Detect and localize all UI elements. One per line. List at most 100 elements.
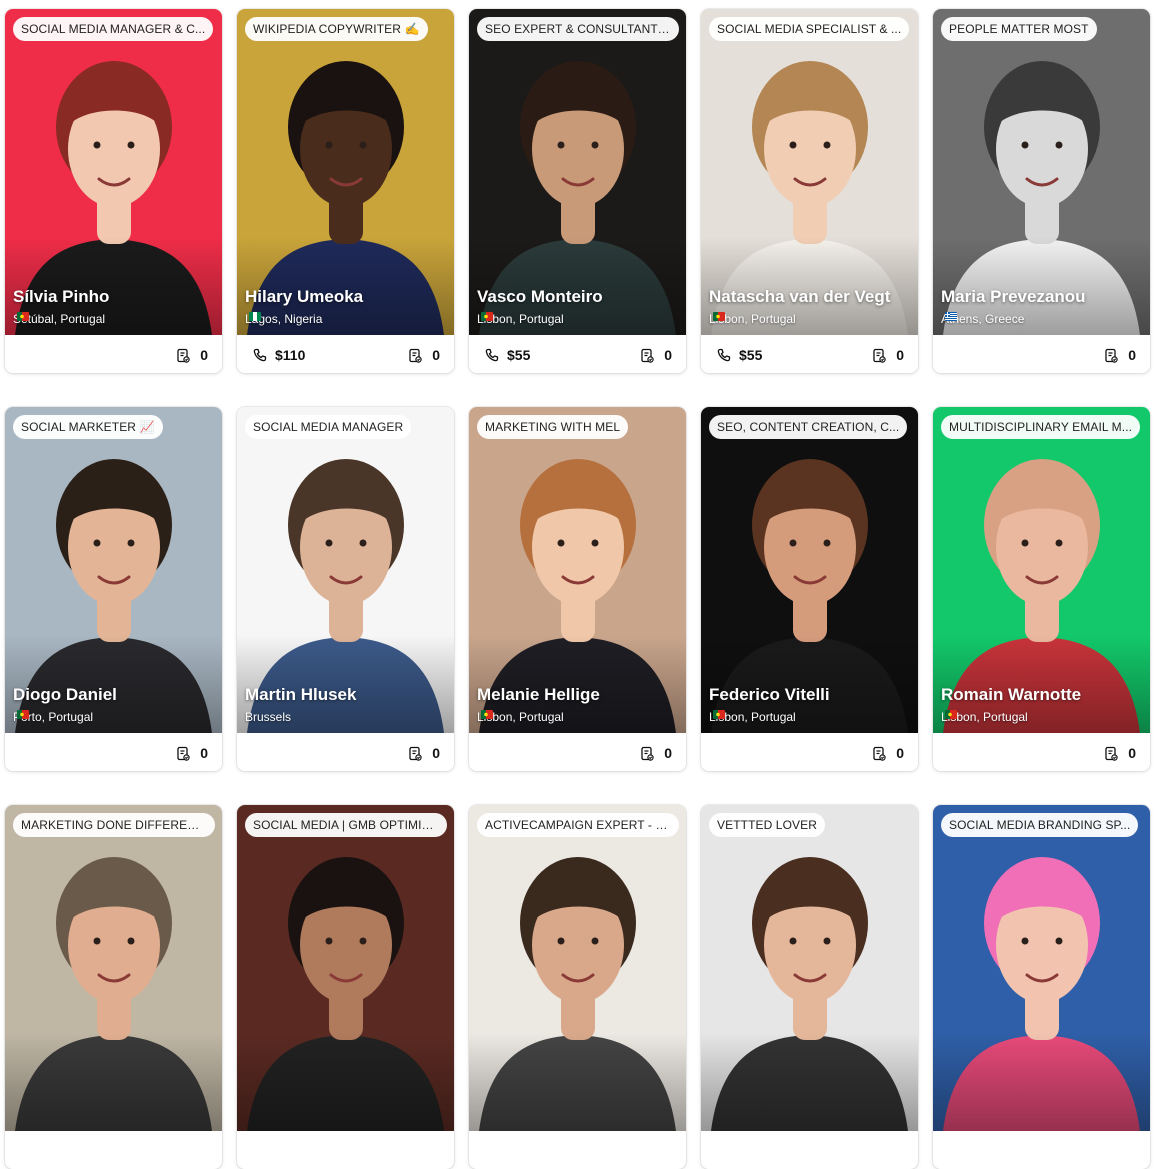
freelancer-card[interactable]: MARKETING DONE DIFFERENT... — [5, 805, 222, 1169]
projects-count: 0 — [872, 745, 904, 761]
phone-icon — [485, 348, 499, 362]
card-footer: $55 0 — [469, 335, 686, 373]
photo-area: SOCIAL MARKETER 📈 Diogo Daniel Porto, Port… — [5, 407, 222, 733]
document-check-icon — [873, 348, 886, 363]
document-check-icon — [1105, 348, 1118, 363]
phone-icon — [253, 348, 267, 362]
profile-photo — [237, 805, 454, 1131]
freelancer-name: Sílvia Pinho — [13, 287, 110, 306]
document-check-icon — [641, 348, 654, 363]
freelancer-card[interactable]: SOCIAL MEDIA MANAGER Martin Hlusek Brussel… — [237, 407, 454, 771]
freelancer-card[interactable]: SOCIAL MEDIA BRANDING SP... — [933, 805, 1150, 1169]
photo-area: WIKIPEDIA COPYWRITER ✍️ Hilary Umeoka Lago… — [237, 9, 454, 335]
projects-count: 0 — [176, 745, 208, 761]
flag-icon — [945, 710, 957, 719]
photo-area: MARKETING DONE DIFFERENT... — [5, 805, 222, 1131]
photo-area: SOCIAL MEDIA MANAGER Martin Hlusek Brussel… — [237, 407, 454, 733]
tagline-badge: ACTIVECAMPAIGN EXPERT - E... — [477, 813, 679, 837]
call-rate[interactable]: $110 — [253, 347, 305, 363]
document-check-icon — [409, 348, 422, 363]
tagline-badge: MARKETING WITH MEL — [477, 415, 629, 439]
flag-icon — [481, 710, 493, 719]
freelancer-card[interactable]: SEO, CONTENT CREATION, C... Federico Vite… — [701, 407, 918, 771]
freelancer-location: Brussels — [245, 710, 291, 724]
card-footer: 0 — [5, 733, 222, 771]
photo-area: MARKETING WITH MEL Melanie Hellige Lisbon,… — [469, 407, 686, 733]
freelancer-name: Martin Hlusek — [245, 685, 357, 704]
document-check-icon — [641, 746, 654, 761]
tagline-badge: SOCIAL MARKETER 📈 — [13, 415, 163, 439]
document-check-icon — [873, 746, 886, 761]
count-value: 0 — [200, 745, 208, 761]
freelancer-card[interactable]: MARKETING WITH MEL Melanie Hellige Lisbon,… — [469, 407, 686, 771]
card-footer: 0 — [933, 335, 1150, 373]
document-check-icon — [177, 746, 190, 761]
document-check-icon — [409, 746, 422, 761]
projects-count: 0 — [640, 347, 672, 363]
freelancer-name: Natascha van der Vegt — [709, 287, 891, 306]
freelancer-card[interactable]: SOCIAL MEDIA MANAGER & C... Sílvia Pinho S… — [5, 9, 222, 373]
flag-icon — [713, 312, 725, 321]
photo-area: SOCIAL MEDIA BRANDING SP... — [933, 805, 1150, 1131]
profile-photo — [469, 805, 686, 1131]
document-check-icon — [1105, 746, 1118, 761]
photo-area: MULTIDISCIPLINARY EMAIL M... Romain Warno… — [933, 407, 1150, 733]
count-value: 0 — [1128, 745, 1136, 761]
freelancer-card[interactable]: SOCIAL MARKETER 📈 Diogo Daniel Porto, Port… — [5, 407, 222, 771]
projects-count: 0 — [408, 745, 440, 761]
count-value: 0 — [896, 745, 904, 761]
count-value: 0 — [664, 347, 672, 363]
projects-count: 0 — [1104, 745, 1136, 761]
freelancer-location: Athens, Greece — [941, 312, 1024, 326]
count-value: 0 — [1128, 347, 1136, 363]
profile-photo — [701, 805, 918, 1131]
freelancer-card[interactable]: SOCIAL MEDIA | GMB OPTIMIZ... — [237, 805, 454, 1169]
freelancer-card[interactable]: SOCIAL MEDIA SPECIALIST & ... Natascha va… — [701, 9, 918, 373]
count-value: 0 — [200, 347, 208, 363]
freelancer-location: Lisbon, Portugal — [941, 710, 1028, 724]
card-footer: 0 — [5, 335, 222, 373]
flag-icon — [17, 312, 29, 321]
count-value: 0 — [432, 745, 440, 761]
projects-count: 0 — [872, 347, 904, 363]
freelancer-card[interactable]: WIKIPEDIA COPYWRITER ✍️ Hilary Umeoka Lago… — [237, 9, 454, 373]
freelancer-location: Lisbon, Portugal — [709, 312, 796, 326]
card-footer: 0 — [237, 733, 454, 771]
freelancer-location: Lagos, Nigeria — [245, 312, 322, 326]
freelancer-card[interactable]: ACTIVECAMPAIGN EXPERT - E... — [469, 805, 686, 1169]
tagline-badge: MARKETING DONE DIFFERENT... — [13, 813, 215, 837]
flag-icon — [945, 312, 957, 321]
count-value: 0 — [664, 745, 672, 761]
photo-area: SOCIAL MEDIA MANAGER & C... Sílvia Pinho S… — [5, 9, 222, 335]
flag-icon — [713, 710, 725, 719]
count-value: 0 — [896, 347, 904, 363]
flag-icon — [481, 312, 493, 321]
tagline-badge: SOCIAL MEDIA BRANDING SP... — [941, 813, 1139, 837]
document-check-icon — [177, 348, 190, 363]
call-rate[interactable]: $55 — [485, 347, 530, 363]
flag-icon — [17, 710, 29, 719]
freelancer-name: Melanie Hellige — [477, 685, 600, 704]
tagline-badge: SEO EXPERT & CONSULTANT 📈 — [477, 17, 679, 41]
call-rate[interactable]: $55 — [717, 347, 762, 363]
card-footer: 0 — [933, 733, 1150, 771]
projects-count: 0 — [408, 347, 440, 363]
freelancer-card[interactable]: MULTIDISCIPLINARY EMAIL M... Romain Warno… — [933, 407, 1150, 771]
card-footer: 0 — [469, 733, 686, 771]
rate-value: $55 — [739, 347, 763, 363]
photo-area: SOCIAL MEDIA | GMB OPTIMIZ... — [237, 805, 454, 1131]
photo-area: VETTTED LOVER — [701, 805, 918, 1131]
freelancer-card[interactable]: VETTTED LOVER — [701, 805, 918, 1169]
freelancer-grid: SOCIAL MEDIA MANAGER & C... Sílvia Pinho S… — [0, 0, 1161, 1169]
tagline-badge: PEOPLE MATTER MOST — [941, 17, 1097, 41]
freelancer-name: Diogo Daniel — [13, 685, 117, 704]
freelancer-card[interactable]: SEO EXPERT & CONSULTANT 📈 Vasco Monteiro L… — [469, 9, 686, 373]
tagline-badge: SOCIAL MEDIA MANAGER — [245, 415, 412, 439]
freelancer-location: Setúbal, Portugal — [13, 312, 105, 326]
phone-icon — [717, 348, 731, 362]
profile-photo — [933, 805, 1150, 1131]
photo-area: SOCIAL MEDIA SPECIALIST & ... Natascha va… — [701, 9, 918, 335]
tagline-badge: VETTTED LOVER — [709, 813, 825, 837]
freelancer-card[interactable]: PEOPLE MATTER MOST Maria Prevezanou Athens… — [933, 9, 1150, 373]
freelancer-location: Lisbon, Portugal — [477, 312, 564, 326]
